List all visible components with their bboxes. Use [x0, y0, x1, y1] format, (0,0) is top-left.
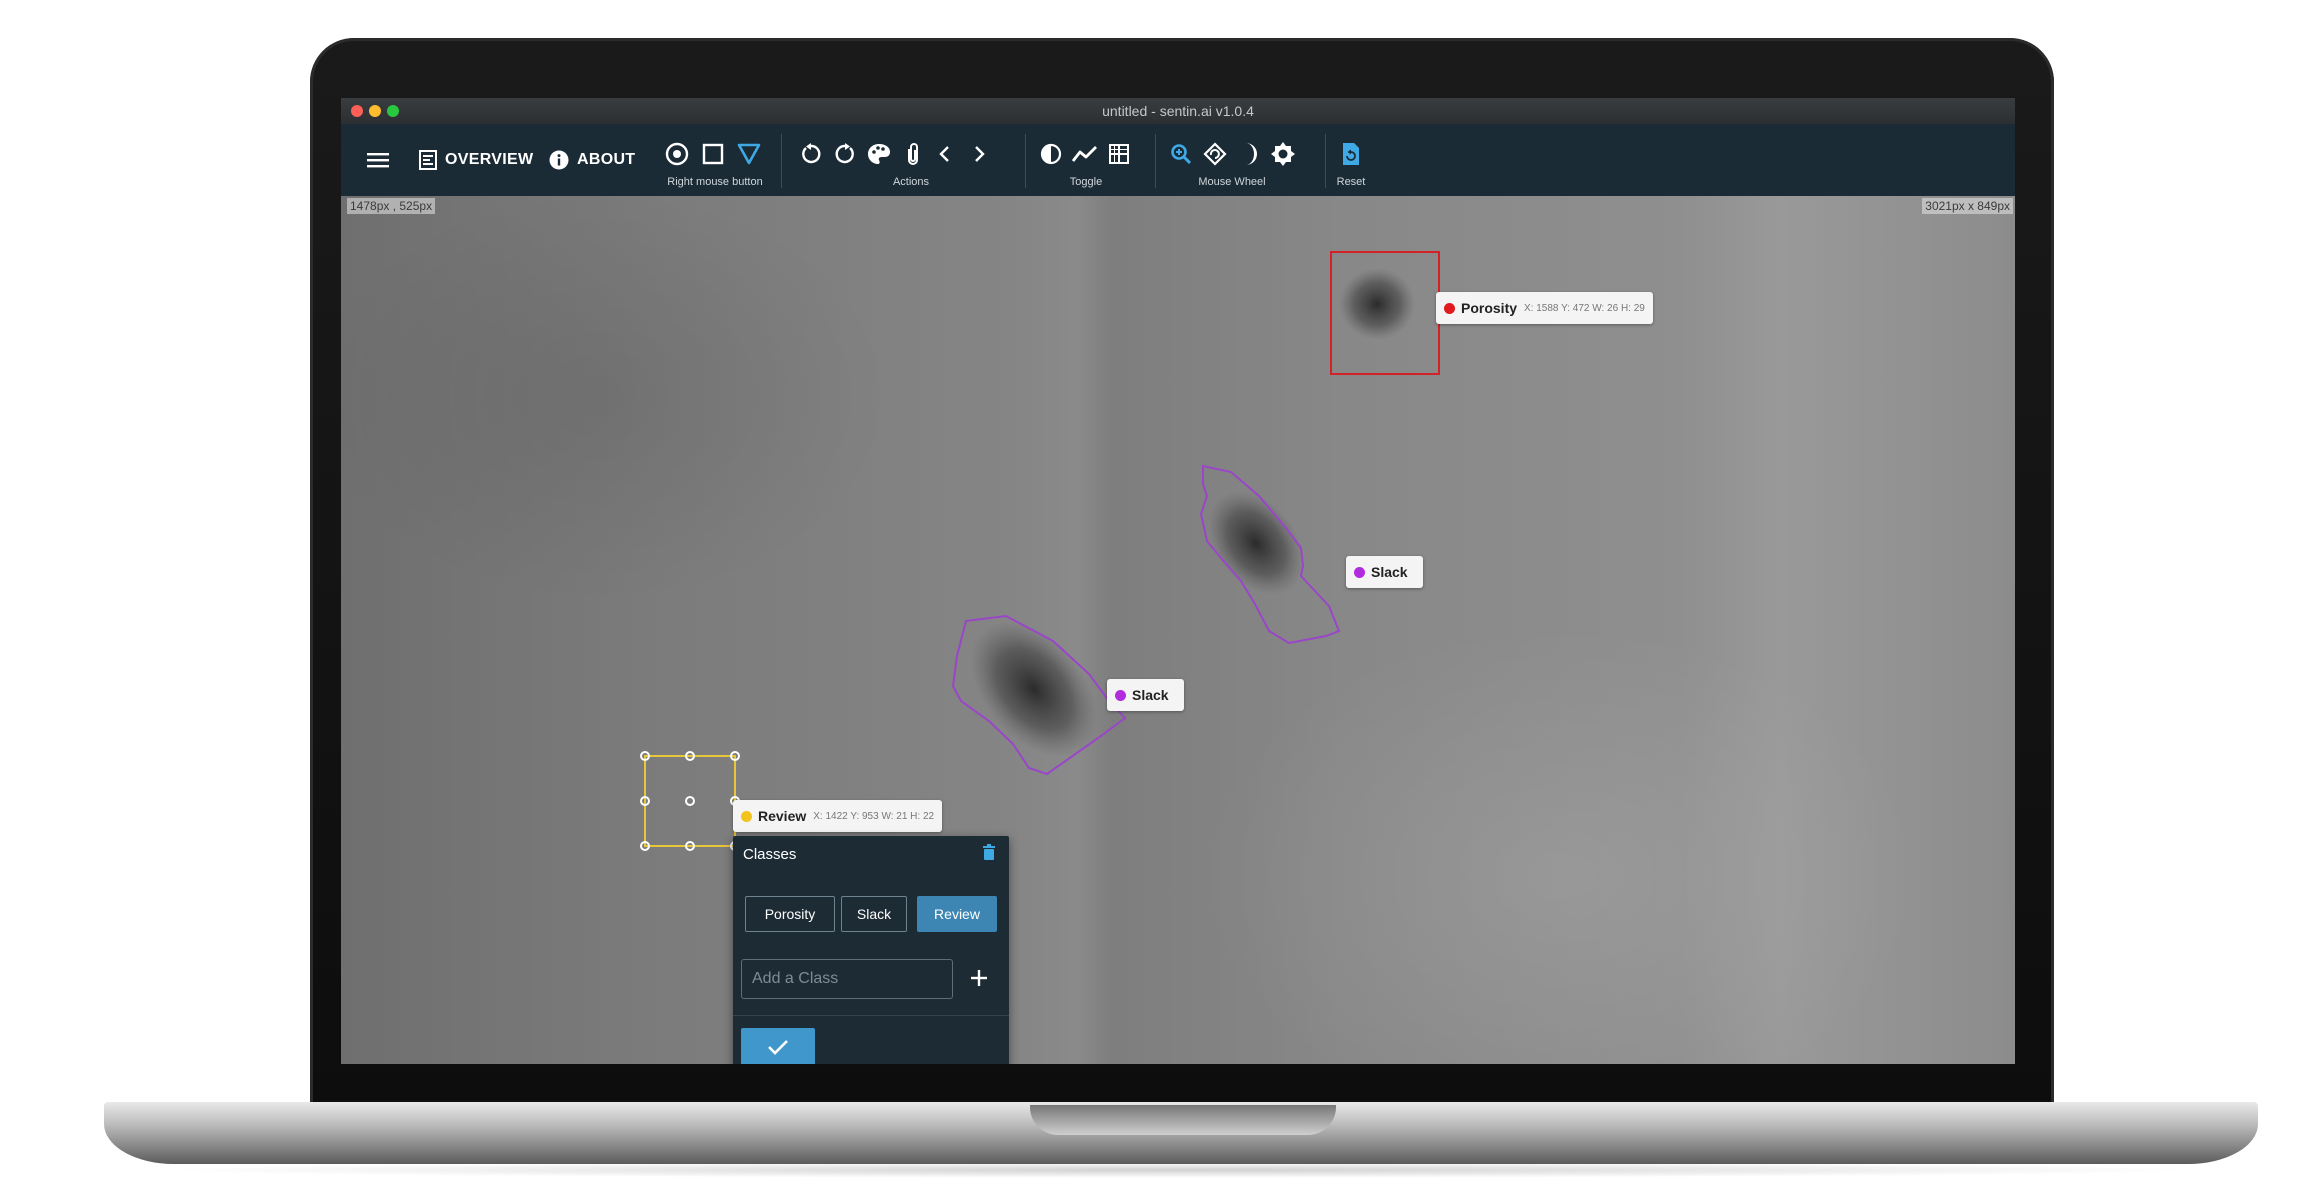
- toolbar: OVERVIEW ABOUT Right mouse button Action…: [341, 124, 2015, 196]
- about-label: ABOUT: [577, 151, 636, 168]
- attach-button[interactable]: [897, 138, 929, 170]
- square-icon: [702, 143, 724, 165]
- rotate-mode-icon: [1203, 142, 1227, 166]
- region-class: Slack: [1371, 564, 1408, 580]
- region-label-slack[interactable]: Slack: [1346, 556, 1423, 588]
- overview-icon: [419, 150, 437, 170]
- region-class: Porosity: [1461, 300, 1518, 316]
- grid-icon: [1109, 144, 1129, 164]
- resize-handle-top[interactable]: [685, 751, 695, 761]
- classes-title: Classes: [743, 846, 797, 863]
- region-label-porosity[interactable]: Porosity X: 1588 Y: 472 W: 26 H: 29: [1436, 292, 1653, 324]
- chevron-right-icon: [975, 146, 985, 162]
- reset-caption: Reset: [1336, 176, 1366, 188]
- region-label-slack[interactable]: Slack: [1107, 679, 1184, 711]
- class-color-dot: [1354, 566, 1365, 578]
- box-tool-button[interactable]: [697, 138, 729, 170]
- window-title: untitled - sentin.ai v1.0.4: [1102, 103, 1254, 119]
- zoom-icon: [1171, 144, 1192, 165]
- toolbar-divider: [1025, 134, 1026, 188]
- moon-icon: [1246, 143, 1257, 165]
- resize-handle-left[interactable]: [640, 796, 650, 806]
- grid-toggle-button[interactable]: [1103, 138, 1135, 170]
- next-button[interactable]: [963, 138, 995, 170]
- confirm-button[interactable]: [741, 1028, 815, 1064]
- image-canvas[interactable]: 1478px , 525px 3021px x 849px Porosity X…: [341, 196, 2015, 1064]
- slack-defect-lower: [970, 621, 1098, 757]
- toggle-caption: Toggle: [1069, 176, 1103, 188]
- app-window: untitled - sentin.ai v1.0.4 OVERVIEW ABO…: [341, 98, 2015, 1064]
- laptop-shadow: [150, 1162, 2210, 1178]
- palette-icon: [868, 144, 890, 164]
- histogram-toggle-button[interactable]: [1069, 138, 1101, 170]
- class-chip-review[interactable]: Review: [917, 896, 997, 932]
- close-window-button[interactable]: [351, 105, 363, 117]
- rotate-wheel-button[interactable]: [1199, 138, 1231, 170]
- rotate-right-icon: [835, 143, 854, 164]
- rotate-right-button[interactable]: [829, 138, 861, 170]
- contrast-toggle-button[interactable]: [1035, 138, 1067, 170]
- toolbar-divider: [1325, 134, 1326, 188]
- maximize-window-button[interactable]: [387, 105, 399, 117]
- menu-button[interactable]: [367, 124, 389, 196]
- toolbar-divider: [1155, 134, 1156, 188]
- chevron-left-icon: [939, 146, 949, 162]
- plus-icon: [971, 970, 987, 986]
- overview-label: OVERVIEW: [445, 151, 534, 168]
- actions-caption: Actions: [892, 176, 930, 188]
- class-color-dot: [1115, 689, 1126, 701]
- porosity-defect: [1339, 268, 1415, 340]
- polygon-icon: [737, 143, 761, 165]
- region-coordinates: X: 1422 Y: 953 W: 21 H: 22: [813, 810, 935, 822]
- toolbar-divider: [781, 134, 782, 188]
- check-icon: [768, 1040, 788, 1055]
- class-color-dot: [741, 810, 752, 822]
- annotation-layer: [644, 251, 1440, 847]
- laptop-notch: [1030, 1105, 1336, 1135]
- delete-region-button[interactable]: [983, 844, 995, 865]
- paperclip-icon: [908, 143, 918, 165]
- info-icon: [549, 150, 569, 170]
- resize-handle-bottom-left[interactable]: [640, 841, 650, 851]
- region-label-review[interactable]: Review X: 1422 Y: 953 W: 21 H: 22: [733, 800, 943, 832]
- classes-popup: Classes Porosity Slack Review: [733, 836, 1009, 1064]
- class-chip-slack[interactable]: Slack: [841, 896, 907, 932]
- previous-button[interactable]: [929, 138, 961, 170]
- class-color-dot: [1444, 302, 1455, 314]
- region-class: Review: [758, 808, 807, 824]
- mouse-wheel-caption: Mouse Wheel: [1198, 176, 1266, 188]
- reset-button[interactable]: [1335, 138, 1367, 170]
- trash-icon: [983, 844, 995, 860]
- rotate-left-icon: [802, 143, 821, 164]
- polygon-tool-button[interactable]: [733, 138, 765, 170]
- title-bar: untitled - sentin.ai v1.0.4: [341, 98, 2015, 124]
- brightness-icon: [1271, 142, 1295, 166]
- contrast-icon: [1040, 143, 1062, 165]
- contrast-wheel-button[interactable]: [1267, 138, 1299, 170]
- brightness-wheel-button[interactable]: [1233, 138, 1265, 170]
- target-icon: [665, 142, 689, 166]
- move-handle-center[interactable]: [685, 796, 695, 806]
- add-class-button[interactable]: [965, 961, 993, 997]
- right-mouse-caption: Right mouse button: [667, 176, 763, 188]
- add-class-input[interactable]: [741, 959, 953, 999]
- class-chip-porosity[interactable]: Porosity: [745, 896, 835, 932]
- reset-icon: [1343, 143, 1359, 165]
- overview-button[interactable]: OVERVIEW: [419, 124, 533, 196]
- zoom-wheel-button[interactable]: [1165, 138, 1197, 170]
- about-button[interactable]: ABOUT: [549, 124, 635, 196]
- rotate-left-button[interactable]: [795, 138, 827, 170]
- hamburger-icon: [367, 153, 389, 168]
- resize-handle-bottom[interactable]: [685, 841, 695, 851]
- palette-button[interactable]: [863, 138, 895, 170]
- point-tool-button[interactable]: [661, 138, 693, 170]
- minimize-window-button[interactable]: [369, 105, 381, 117]
- region-coordinates: X: 1588 Y: 472 W: 26 H: 29: [1524, 302, 1645, 314]
- region-class: Slack: [1132, 687, 1169, 703]
- popup-divider: [733, 1015, 1009, 1016]
- resize-handle-top-right[interactable]: [730, 751, 740, 761]
- resize-handle-top-left[interactable]: [640, 751, 650, 761]
- line-graph-icon: [1072, 146, 1097, 162]
